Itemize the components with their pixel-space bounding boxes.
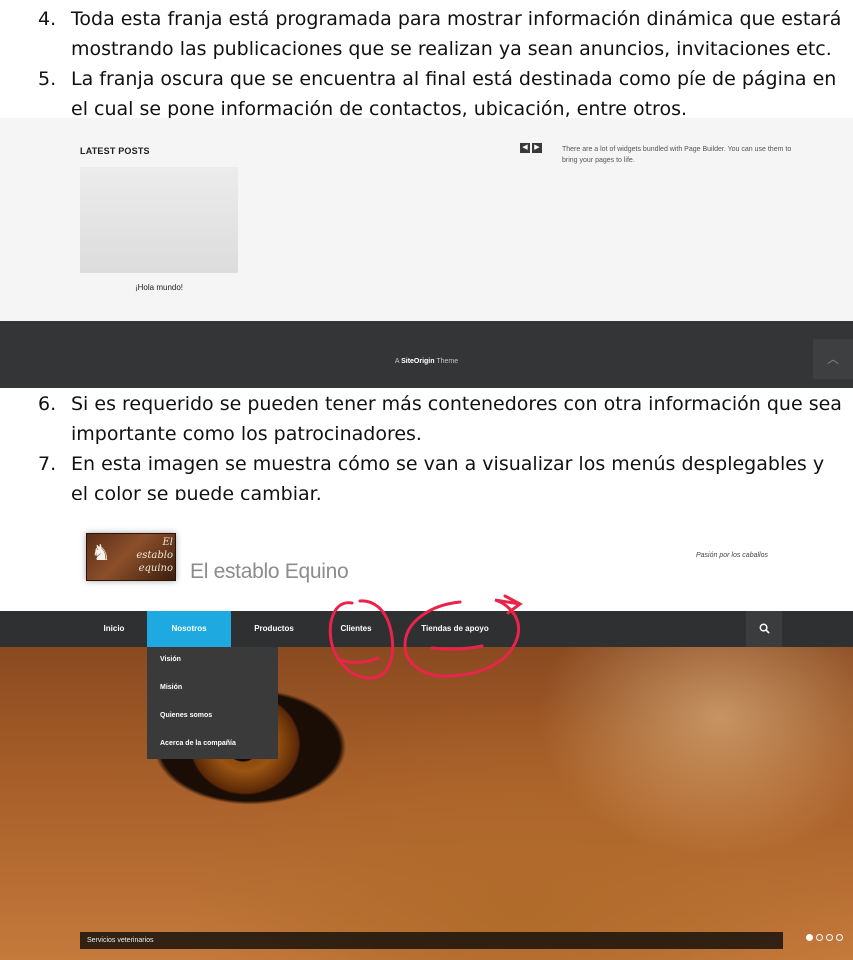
chevron-right-icon[interactable]: ▶ — [532, 143, 542, 153]
list-number: 7. — [38, 453, 57, 475]
footer-suffix: Theme — [434, 358, 459, 365]
instruction-list-middle: 6. Si es requerido se pueden tener más c… — [0, 389, 853, 509]
circle-annotation — [403, 594, 523, 678]
list-text: Toda esta franja está programada para mo… — [71, 8, 842, 60]
footer-credit: A SiteOrigin Theme — [0, 358, 853, 365]
red-annotation-marks — [328, 594, 523, 680]
widget-description: There are a lot of widgets bundled with … — [562, 146, 792, 164]
post-thumbnail[interactable] — [80, 167, 238, 273]
latest-posts-title: LATEST POSTS — [80, 146, 150, 156]
circle-annotation — [328, 599, 394, 680]
list-number: 4. — [38, 8, 57, 30]
chevron-left-icon[interactable]: ◀ — [520, 143, 530, 153]
list-item: 6. Si es requerido se pueden tener más c… — [0, 389, 853, 449]
list-item: 4. Toda esta franja está programada para… — [0, 4, 853, 64]
footer-brand-link[interactable]: SiteOrigin — [401, 358, 434, 365]
carousel-arrows: ◀ ▶ — [520, 143, 542, 153]
list-item: 5. La franja oscura que se encuentra al … — [0, 64, 853, 124]
back-to-top-button[interactable]: ︿ — [813, 339, 853, 379]
list-number: 6. — [38, 393, 57, 415]
list-text: En esta imagen se muestra cómo se van a … — [71, 453, 825, 505]
chevron-up-icon: ︿ — [826, 352, 839, 366]
list-number: 5. — [38, 68, 57, 90]
latest-posts-screenshot: LATEST POSTS ¡Hola mundo! ◀ ▶ There are … — [0, 118, 853, 388]
instruction-list-top: 4. Toda esta franja está programada para… — [0, 4, 853, 124]
website-header-screenshot: ♞ El establo equino El establo Equino Pa… — [0, 500, 853, 960]
site-footer: A SiteOrigin Theme ︿ — [0, 321, 853, 388]
list-text: La franja oscura que se encuentra al fin… — [71, 68, 837, 120]
list-text: Si es requerido se pueden tener más cont… — [71, 393, 842, 445]
post-title-link[interactable]: ¡Hola mundo! — [80, 283, 238, 292]
